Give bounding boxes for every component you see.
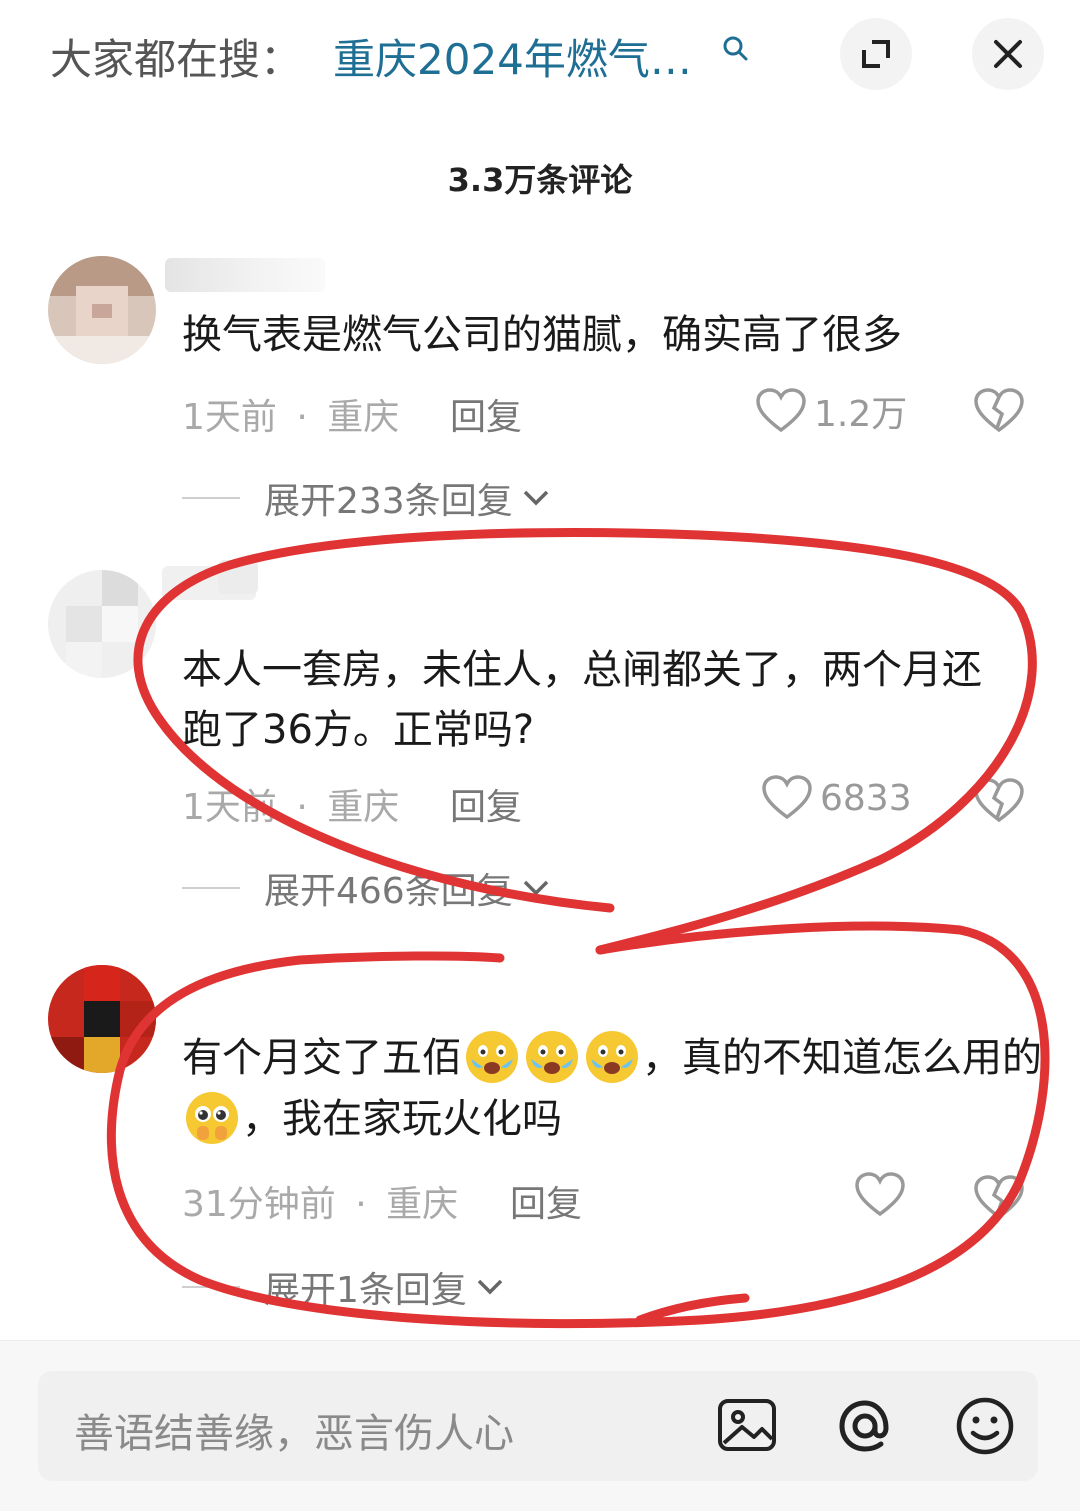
pleading-emoji xyxy=(186,1092,238,1144)
comment-text: 有个月交了五佰 ，真的不知道怎么用的 ，我在家玩火化吗 xyxy=(182,1027,1042,1149)
reply-button[interactable]: 回复 xyxy=(510,1175,582,1227)
broken-heart-icon[interactable] xyxy=(974,386,1024,436)
comment-time: 1天前 xyxy=(182,787,277,828)
close-button[interactable] xyxy=(972,18,1044,90)
expand-icon xyxy=(862,40,890,68)
like-button[interactable]: 6833 xyxy=(762,775,912,821)
search-bar: 大家都在搜： 重庆2024年燃气… xyxy=(0,0,1080,110)
heart-icon xyxy=(756,388,806,433)
close-icon xyxy=(994,40,1022,68)
divider xyxy=(182,887,240,889)
broken-heart-icon[interactable] xyxy=(974,1173,1024,1223)
comment-time: 31分钟前 xyxy=(182,1184,336,1225)
avatar[interactable] xyxy=(48,256,156,364)
crying-emoji xyxy=(526,1031,578,1083)
comment-input-bar: 善语结善缘，恶言伤人心 xyxy=(0,1340,1080,1511)
broken-heart-icon[interactable] xyxy=(974,776,1024,826)
comment-text-part: 有个月交了五佰 xyxy=(182,1035,462,1081)
username-blurred xyxy=(218,560,258,594)
search-prefix: 大家都在搜： xyxy=(50,35,303,84)
image-icon[interactable] xyxy=(714,1393,780,1459)
comment-location: 重庆 xyxy=(327,397,400,438)
comment-meta: 1天前 · 重庆 xyxy=(182,778,399,830)
like-count: 6833 xyxy=(820,777,912,819)
comment-location: 重庆 xyxy=(327,787,400,828)
comment-text: 换气表是燃气公司的猫腻，确实高了很多 xyxy=(182,312,902,358)
meta-separator: · xyxy=(355,1184,367,1225)
at-icon[interactable] xyxy=(832,1393,898,1459)
comment-count-title: 3.3万条评论 xyxy=(447,161,633,199)
meta-separator: · xyxy=(296,397,308,438)
expand-replies-button[interactable]: 展开233条回复 xyxy=(182,472,553,524)
divider xyxy=(182,1286,240,1288)
like-button[interactable]: 1.2万 xyxy=(756,385,907,437)
search-icon[interactable] xyxy=(721,34,749,62)
search-query-link[interactable]: 重庆2024年燃气… xyxy=(333,26,692,87)
heart-icon xyxy=(855,1172,905,1217)
comment-location: 重庆 xyxy=(386,1184,459,1225)
expand-replies-label: 展开466条回复 xyxy=(264,871,513,912)
comment-meta: 1天前 · 重庆 xyxy=(182,388,399,440)
chevron-down-icon xyxy=(523,490,548,506)
heart-icon xyxy=(762,775,812,820)
chevron-down-icon xyxy=(477,1279,503,1295)
comment-text-part: ，真的不知道怎么用的 xyxy=(642,1035,1042,1081)
chevron-down-icon xyxy=(523,880,548,896)
input-placeholder: 善语结善缘，恶言伤人心 xyxy=(74,1411,514,1457)
username-blurred[interactable] xyxy=(165,258,325,292)
avatar[interactable] xyxy=(48,570,156,678)
expand-replies-button[interactable]: 展开1条回复 xyxy=(182,1261,507,1313)
reply-button[interactable]: 回复 xyxy=(450,388,522,440)
comment-input[interactable]: 善语结善缘，恶言伤人心 xyxy=(38,1371,1038,1481)
avatar[interactable] xyxy=(48,965,156,1073)
smiley-icon[interactable] xyxy=(952,1393,1018,1459)
divider xyxy=(182,497,240,499)
crying-emoji xyxy=(466,1031,518,1083)
expand-button[interactable] xyxy=(840,18,912,90)
meta-separator: · xyxy=(296,787,308,828)
comment-meta: 31分钟前 · 重庆 xyxy=(182,1175,458,1227)
reply-button[interactable]: 回复 xyxy=(450,778,522,830)
like-count: 1.2万 xyxy=(814,394,908,435)
expand-replies-label: 展开1条回复 xyxy=(264,1270,467,1311)
expand-replies-label: 展开233条回复 xyxy=(264,481,513,522)
like-button[interactable] xyxy=(855,1172,913,1218)
crying-emoji xyxy=(586,1031,638,1083)
comment-time: 1天前 xyxy=(182,397,277,438)
comment-text-part: ，我在家玩火化吗 xyxy=(242,1096,562,1142)
comment-text: 本人一套房，未住人，总闸都关了，两个月还跑了36方。正常吗? xyxy=(182,647,982,753)
expand-replies-button[interactable]: 展开466条回复 xyxy=(182,862,553,914)
